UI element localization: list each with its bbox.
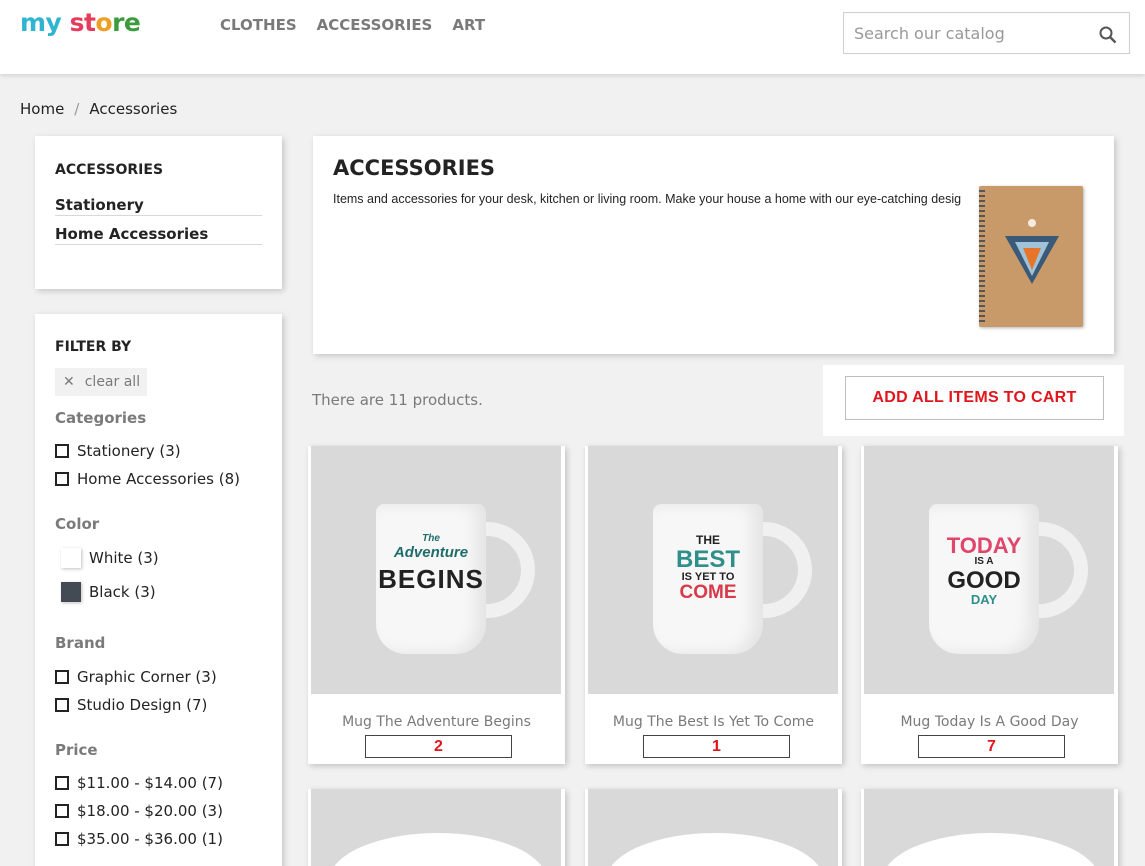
filter-option[interactable]: $35.00 - $36.00 (1) <box>55 830 223 848</box>
mug-print-line: TODAY <box>946 533 1022 558</box>
page-title: ACCESSORIES <box>333 156 496 180</box>
mug-print-line: THE <box>696 533 720 547</box>
checkbox[interactable] <box>55 444 69 458</box>
filter-option-label: $35.00 - $36.00 (1) <box>77 830 223 848</box>
main-nav: CLOTHES ACCESSORIES ART <box>220 16 485 34</box>
search-input[interactable] <box>844 13 1084 53</box>
filter-option[interactable]: Black (3) <box>55 582 156 602</box>
checkbox[interactable] <box>55 472 69 486</box>
cushion-image <box>606 833 824 866</box>
search-box <box>843 12 1130 54</box>
logo-text-part: re <box>112 8 141 37</box>
mug-print-line: COME <box>679 582 737 604</box>
fox-illustration <box>1005 219 1059 284</box>
add-all-to-cart-button[interactable]: ADD ALL ITEMS TO CART <box>845 376 1104 420</box>
logo-text-part: o <box>95 8 113 37</box>
mug-print-line: BEST <box>675 545 740 573</box>
checkbox[interactable] <box>55 804 69 818</box>
close-icon: ✕ <box>63 374 75 390</box>
site-header: my store CLOTHES ACCESSORIES ART <box>0 0 1145 74</box>
product-card[interactable]: TODAY IS A GOOD DAY Mug Today Is A Good … <box>861 446 1118 764</box>
color-swatch-black[interactable] <box>61 582 81 602</box>
mug-print: TODAY IS A GOOD DAY <box>929 534 1039 606</box>
clear-all-label: clear all <box>84 374 141 390</box>
filter-option-label: Home Accessories (8) <box>77 470 240 488</box>
product-image[interactable]: The Adventure BEGINS <box>311 446 561 694</box>
mug-print: The Adventure BEGINS <box>376 533 486 595</box>
products-count: There are 11 products. <box>312 391 483 409</box>
nav-item-art[interactable]: ART <box>452 16 485 34</box>
facet-title-categories: Categories <box>55 409 147 427</box>
filter-option[interactable]: Studio Design (7) <box>55 696 207 714</box>
clear-all-button[interactable]: ✕ clear all <box>55 368 147 396</box>
category-header: ACCESSORIES Items and accessories for yo… <box>313 136 1114 354</box>
product-image[interactable] <box>588 789 838 866</box>
breadcrumb-separator: / <box>74 100 80 118</box>
nav-item-accessories[interactable]: ACCESSORIES <box>317 16 433 34</box>
cushion-image <box>882 833 1100 866</box>
facet-title-brand: Brand <box>55 634 106 652</box>
filter-option[interactable]: $18.00 - $20.00 (3) <box>55 802 223 820</box>
mug-print: THE BEST IS YET TO COME <box>653 534 763 603</box>
filter-option-label: Graphic Corner (3) <box>77 668 217 686</box>
product-image[interactable]: THE BEST IS YET TO COME <box>588 446 838 694</box>
category-tree-title[interactable]: ACCESSORIES <box>55 162 163 178</box>
category-description: Items and accessories for your desk, kit… <box>333 192 961 206</box>
product-card[interactable] <box>308 789 565 866</box>
filter-option-label: Studio Design (7) <box>77 696 208 714</box>
filter-option[interactable]: Home Accessories (8) <box>55 470 240 488</box>
logo-text-part: st <box>61 8 96 37</box>
mug-print-line: DAY <box>970 591 998 607</box>
quantity-field[interactable]: 2 <box>365 735 512 758</box>
filter-title: FILTER BY <box>55 339 132 355</box>
filter-option-label: Black (3) <box>89 583 156 601</box>
color-swatch-white[interactable] <box>61 548 81 568</box>
checkbox[interactable] <box>55 776 69 790</box>
category-tree-panel: ACCESSORIES Stationery Home Accessories <box>35 136 282 289</box>
logo-text-part: my <box>20 8 62 37</box>
mug-print-line: BEGINS <box>378 564 484 595</box>
search-icon[interactable] <box>1099 26 1117 44</box>
product-card[interactable] <box>861 789 1118 866</box>
checkbox[interactable] <box>55 698 69 712</box>
breadcrumb: Home / Accessories <box>20 100 177 118</box>
nav-item-clothes[interactable]: CLOTHES <box>220 16 297 34</box>
quantity-field[interactable]: 7 <box>918 735 1065 758</box>
cushion-image <box>329 833 547 866</box>
product-name[interactable]: Mug The Adventure Begins <box>308 714 565 730</box>
filter-option[interactable]: Graphic Corner (3) <box>55 668 217 686</box>
checkbox[interactable] <box>55 832 69 846</box>
breadcrumb-current[interactable]: Accessories <box>89 100 177 118</box>
facet-title-color: Color <box>55 515 100 533</box>
store-logo[interactable]: my store <box>20 8 141 37</box>
checkbox[interactable] <box>55 670 69 684</box>
filter-option[interactable]: Stationery (3) <box>55 442 181 460</box>
product-name[interactable]: Mug The Best Is Yet To Come <box>585 714 842 730</box>
product-name[interactable]: Mug Today Is A Good Day <box>861 714 1118 730</box>
product-card[interactable]: THE BEST IS YET TO COME Mug The Best Is … <box>585 446 842 764</box>
mug-print-line: GOOD <box>947 566 1021 594</box>
filter-option-label: White (3) <box>89 549 159 567</box>
filter-option[interactable]: White (3) <box>55 548 159 568</box>
category-link-home-accessories[interactable]: Home Accessories <box>55 225 262 245</box>
category-cover-image <box>979 186 1083 327</box>
filters-panel: FILTER BY ✕ clear all Categories Station… <box>35 314 282 866</box>
breadcrumb-home[interactable]: Home <box>20 100 64 118</box>
product-card[interactable]: The Adventure BEGINS Mug The Adventure B… <box>308 446 565 764</box>
filter-option-label: Stationery (3) <box>77 442 181 460</box>
product-card[interactable] <box>585 789 842 866</box>
facet-title-price: Price <box>55 741 98 759</box>
mug-print-line: Adventure <box>393 543 469 561</box>
add-all-container: ADD ALL ITEMS TO CART <box>823 365 1124 436</box>
filter-option[interactable]: $11.00 - $14.00 (7) <box>55 774 223 792</box>
product-image[interactable]: TODAY IS A GOOD DAY <box>864 446 1114 694</box>
filter-option-label: $11.00 - $14.00 (7) <box>77 774 223 792</box>
product-image[interactable] <box>311 789 561 866</box>
product-image[interactable] <box>864 789 1114 866</box>
quantity-field[interactable]: 1 <box>643 735 790 758</box>
mug-print-line: The <box>422 533 440 544</box>
category-link-stationery[interactable]: Stationery <box>55 196 262 216</box>
filter-option-label: $18.00 - $20.00 (3) <box>77 802 223 820</box>
